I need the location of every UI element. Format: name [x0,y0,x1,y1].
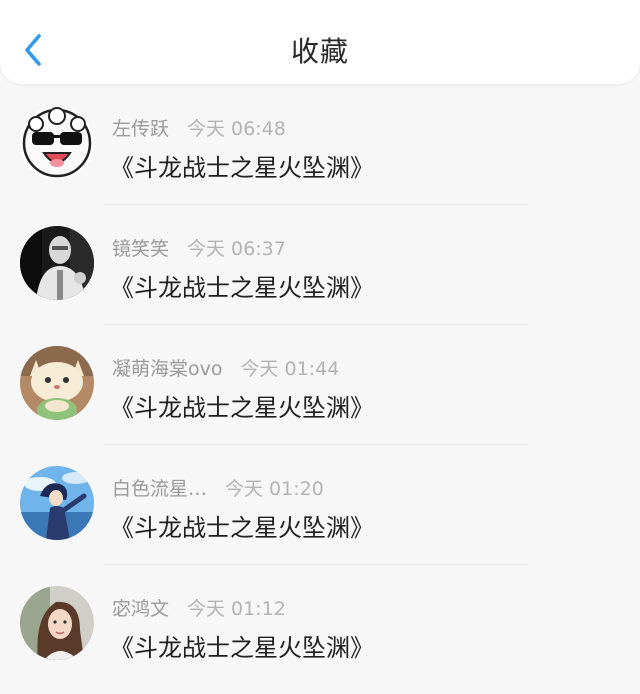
divider [104,444,528,445]
book-title[interactable]: 《斗龙战士之星火坠渊》 [110,388,374,423]
avatar[interactable] [20,226,94,300]
timestamp: 今天 01:20 [225,478,324,500]
item-meta: 白色流星… 今天 01:20 [112,474,324,501]
item-meta: 宓鸿文 今天 01:12 [112,594,286,621]
user-name[interactable]: 凝萌海棠ovo [112,358,223,380]
book-title[interactable]: 《斗龙战士之星火坠渊》 [110,628,374,663]
list-item[interactable]: 左传跃 今天 06:48 《斗龙战士之星火坠渊》 [0,94,640,214]
masked-figure-avatar [20,226,94,300]
girl-photo-avatar [20,586,94,660]
book-title[interactable]: 《斗龙战士之星火坠渊》 [110,148,374,183]
timestamp: 今天 01:44 [240,358,340,380]
avatar[interactable] [20,466,94,540]
avatar[interactable] [20,346,94,420]
item-meta: 凝萌海棠ovo 今天 01:44 [112,354,339,381]
favorites-list: 左传跃 今天 06:48 《斗龙战士之星火坠渊》 镜笑笑 今天 06:37 《斗龙战… [0,94,640,694]
sheep-with-sunglasses-avatar [20,106,94,180]
user-name[interactable]: 左传跃 [112,118,169,140]
avatar[interactable] [20,586,94,660]
timestamp: 今天 06:48 [187,118,286,140]
book-title[interactable]: 《斗龙战士之星火坠渊》 [110,508,374,543]
timestamp: 今天 06:37 [187,238,286,260]
divider [104,204,528,205]
book-title[interactable]: 《斗龙战士之星火坠渊》 [110,268,374,303]
divider [104,564,528,565]
item-meta: 镜笑笑 今天 06:37 [112,234,286,261]
divider [104,324,528,325]
list-item[interactable]: 凝萌海棠ovo 今天 01:44 《斗龙战士之星火坠渊》 [0,334,640,454]
user-name[interactable]: 镜笑笑 [112,238,169,260]
timestamp: 今天 01:12 [187,598,286,620]
anime-character-avatar [20,466,94,540]
list-item[interactable]: 宓鸿文 今天 01:12 《斗龙战士之星火坠渊》 [0,574,640,694]
top-bar: 收藏 [0,0,640,84]
avatar[interactable] [20,106,94,180]
user-name[interactable]: 宓鸿文 [112,598,169,620]
cat-plush-avatar [20,346,94,420]
item-meta: 左传跃 今天 06:48 [112,114,286,141]
page-title: 收藏 [290,35,349,68]
list-item[interactable]: 镜笑笑 今天 06:37 《斗龙战士之星火坠渊》 [0,214,640,334]
list-item[interactable]: 白色流星… 今天 01:20 《斗龙战士之星火坠渊》 [0,454,640,574]
user-name[interactable]: 白色流星… [112,478,207,500]
